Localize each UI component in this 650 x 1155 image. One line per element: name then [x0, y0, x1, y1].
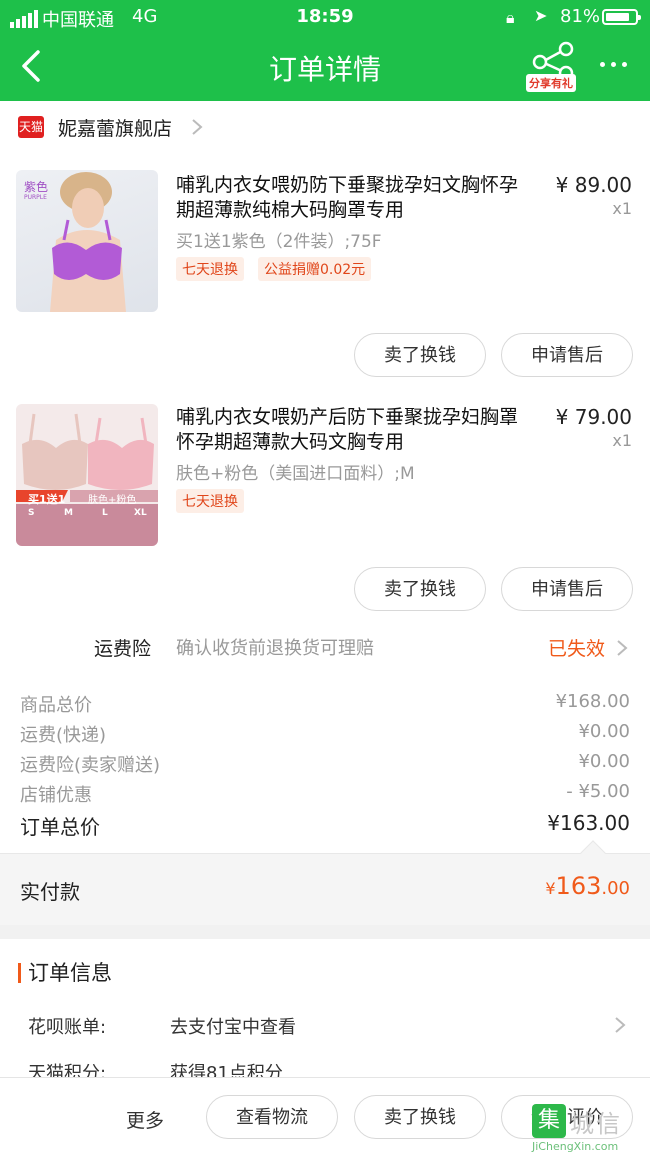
watermark-logo: 集 城信 JiChengXin.com [532, 1100, 650, 1155]
location-icon: ➤ [534, 6, 548, 25]
thumb-color-label: 紫色 [24, 180, 49, 194]
thumb-size: L [102, 508, 108, 518]
summary-value: ¥0.00 [578, 751, 630, 772]
after-sales-button[interactable]: 申请售后 [501, 333, 633, 377]
product-title[interactable]: 哺乳内衣女喂奶产后防下垂聚拢孕妇胸罩怀孕期超薄款大码文胸专用 [176, 405, 536, 455]
sell-for-cash-button[interactable]: 卖了换钱 [354, 333, 486, 377]
order-total-row: 订单总价 ¥163.00 [0, 808, 650, 842]
order-info-header: 订单信息 [0, 939, 650, 1005]
top-bar: 中国联通 4G 18:59 🔒︎ ➤ 81% 订单详情 分享有礼 [0, 0, 650, 101]
watermark-text: 城信 [570, 1110, 622, 1138]
summary-value: ¥168.00 [555, 691, 630, 712]
product-price: ¥ 79.00 [555, 405, 632, 429]
shop-row[interactable]: 天猫 妮嘉蕾旗舰店 [0, 101, 650, 153]
info-value: 去支付宝中查看 [170, 1017, 296, 1038]
product-price: ¥ 89.00 [555, 173, 632, 197]
tag-seven-day-return: 七天退换 [176, 489, 244, 513]
tag-seven-day-return: 七天退换 [176, 257, 244, 281]
summary-label: 店铺优惠 [20, 785, 92, 806]
after-sales-button[interactable]: 申请售后 [501, 567, 633, 611]
order-total-value: ¥163.00 [547, 811, 630, 835]
chevron-right-icon [615, 1017, 626, 1033]
paid-int: 163 [555, 872, 602, 900]
section-accent-bar [18, 963, 21, 983]
view-logistics-button[interactable]: 查看物流 [206, 1095, 338, 1139]
watermark-glyph: 集 [532, 1104, 566, 1138]
thumb-size: XL [134, 508, 147, 518]
thumb-color-sub: PURPLE [24, 194, 47, 201]
paid-value: ¥163.00 [545, 872, 630, 900]
order-info-title: 订单信息 [28, 961, 112, 985]
section-divider [0, 925, 650, 939]
paid-dec: .00 [601, 878, 630, 899]
thumb-promo-label: 买1送1 [28, 493, 66, 506]
thumb-size: S [28, 508, 35, 518]
tag-charity: 公益捐赠0.02元 [258, 257, 372, 281]
summary-label: 运费险(卖家赠送) [20, 755, 161, 776]
product-sku: 买1送1紫色（2件装）;75F [176, 232, 382, 252]
chevron-right-icon [192, 119, 203, 135]
summary-value: ¥0.00 [578, 721, 630, 742]
product-image[interactable]: 紫色 PURPLE [16, 170, 158, 312]
order-total-label: 订单总价 [20, 815, 100, 839]
product-item[interactable]: 紫色 PURPLE 哺乳内衣女喂奶防下垂聚拢孕妇文胸怀孕期超薄款纯棉大码胸罩专用… [0, 153, 650, 385]
product-quantity: x1 [612, 199, 632, 218]
product-title[interactable]: 哺乳内衣女喂奶防下垂聚拢孕妇文胸怀孕期超薄款纯棉大码胸罩专用 [176, 173, 536, 223]
more-actions-button[interactable]: 更多 [126, 1106, 164, 1133]
info-label: 花呗账单: [28, 1017, 107, 1038]
tmall-badge-icon: 天猫 [18, 116, 44, 138]
product-photo [16, 413, 158, 546]
summary-row: 店铺优惠 - ¥5.00 [0, 778, 650, 808]
summary-label: 运费(快递) [20, 725, 107, 746]
sell-for-cash-button[interactable]: 卖了换钱 [354, 567, 486, 611]
product-sku: 肤色+粉色（美国进口面料）;M [176, 464, 415, 484]
paid-amount-row: 实付款 ¥163.00 [0, 853, 650, 925]
more-menu-icon[interactable] [600, 62, 627, 67]
chevron-right-icon [617, 640, 628, 656]
summary-value: - ¥5.00 [566, 781, 630, 802]
summary-row: 运费险(卖家赠送) ¥0.00 [0, 748, 650, 778]
huabei-bill-row[interactable]: 花呗账单: 去支付宝中查看 [0, 1005, 650, 1045]
insurance-desc: 确认收货前退换货可理赔 [176, 638, 374, 659]
product-quantity: x1 [612, 431, 632, 450]
insurance-status: 已失效 [548, 638, 606, 660]
summary-row: 运费(快递) ¥0.00 [0, 718, 650, 748]
battery-icon [602, 9, 641, 25]
product-item[interactable]: 买1送1 肤色+粉色 S M L XL 哺乳内衣女喂奶产后防下垂聚拢孕妇胸罩怀孕… [0, 385, 650, 619]
insurance-label: 运费险 [94, 638, 152, 660]
sell-for-cash-button[interactable]: 卖了换钱 [354, 1095, 486, 1139]
watermark-url: JiChengXin.com [532, 1140, 619, 1153]
shop-name: 妮嘉蕾旗舰店 [58, 118, 173, 140]
thumb-color-sub: 肤色+粉色 [88, 495, 137, 506]
product-image[interactable]: 买1送1 肤色+粉色 S M L XL [16, 404, 158, 546]
summary-row: 商品总价 ¥168.00 [0, 688, 650, 718]
status-bar: 中国联通 4G 18:59 🔒︎ ➤ 81% [0, 0, 650, 34]
summary-label: 商品总价 [20, 695, 92, 716]
share-reward-badge[interactable]: 分享有礼 [526, 74, 576, 92]
paid-label: 实付款 [20, 880, 80, 904]
paid-currency: ¥ [545, 879, 556, 898]
battery-percent: 81% [560, 6, 601, 27]
rotation-lock-icon: 🔒︎ [506, 8, 515, 27]
status-time: 18:59 [296, 6, 354, 27]
thumb-size: M [64, 508, 73, 518]
